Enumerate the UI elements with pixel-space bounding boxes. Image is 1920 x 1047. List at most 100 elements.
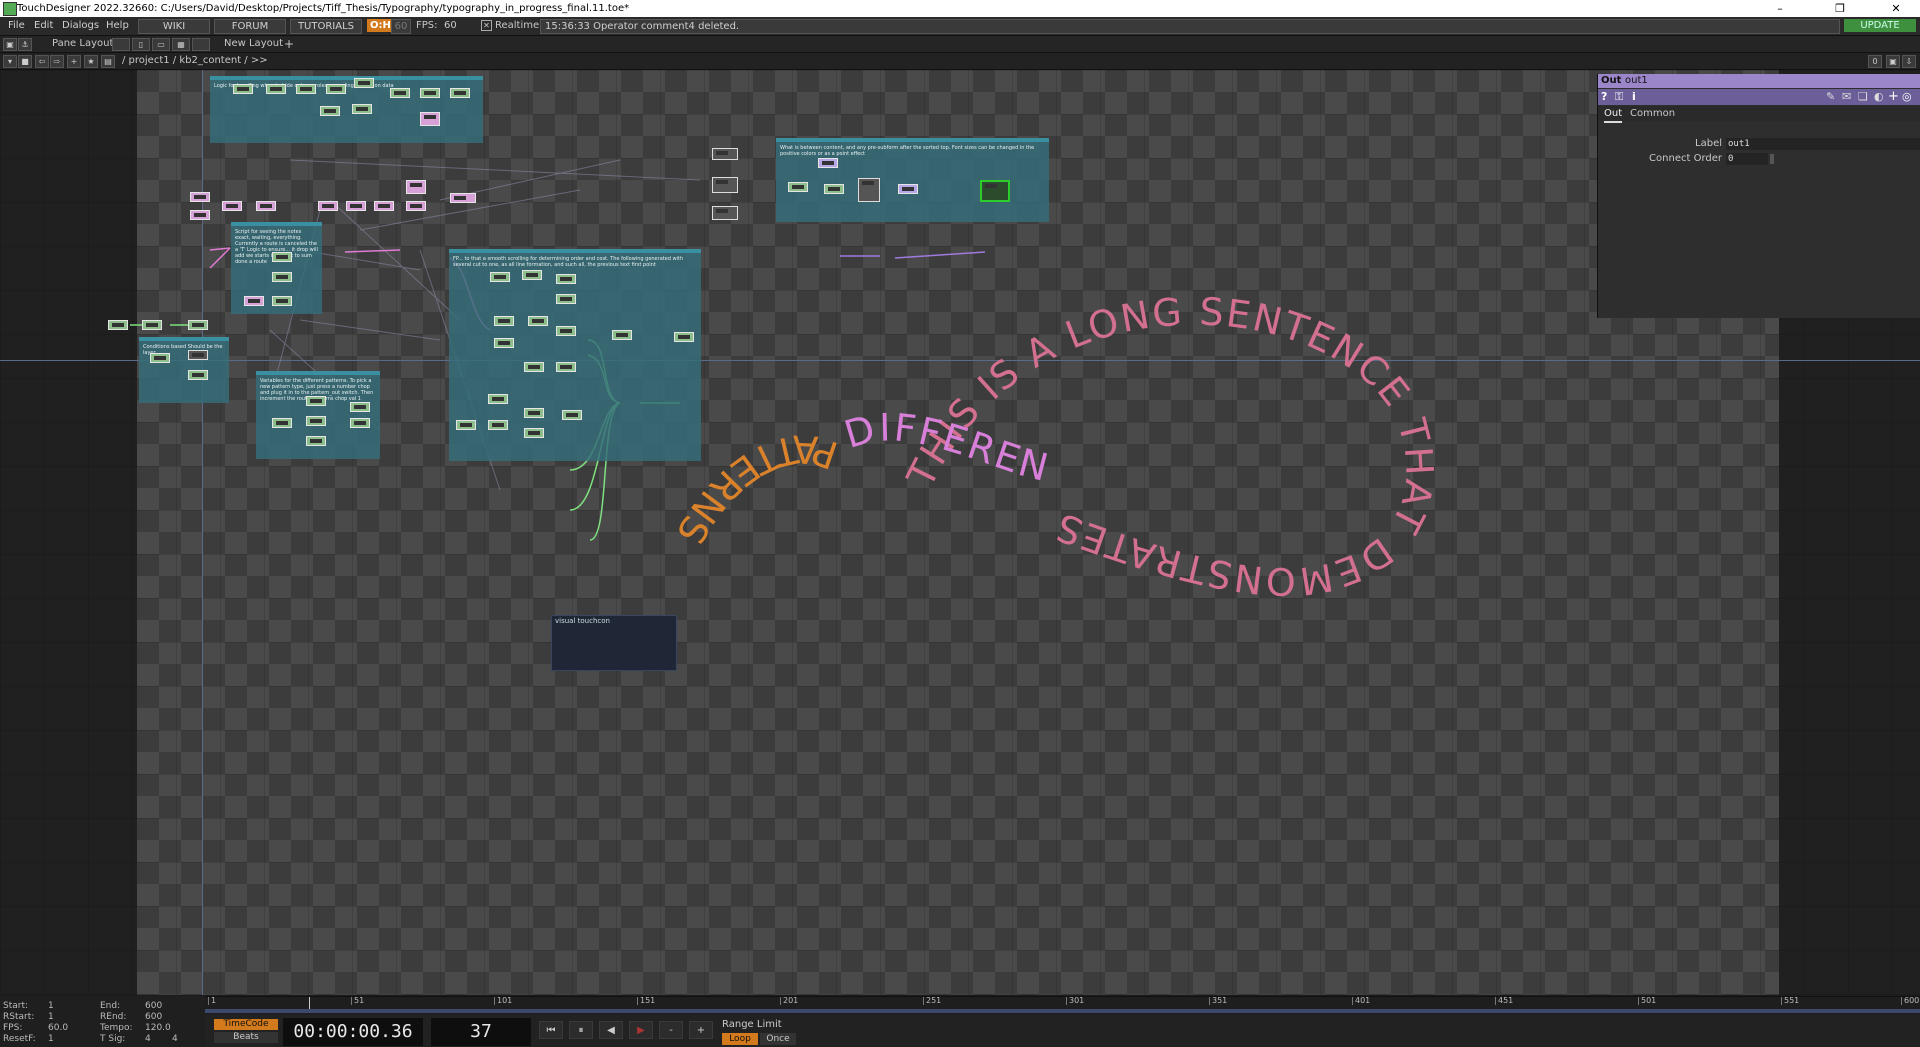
operator-node[interactable] [354, 78, 374, 88]
wiki-button[interactable]: WIKI [138, 19, 210, 34]
operator-node[interactable] [858, 178, 880, 202]
operator-node[interactable] [350, 418, 370, 428]
add-icon[interactable]: + [67, 55, 81, 68]
operator-node[interactable] [488, 394, 508, 404]
stop-icon[interactable]: ■ [18, 55, 32, 68]
update-button[interactable]: UPDATE [1844, 19, 1916, 32]
end-value[interactable]: 600 [145, 1001, 162, 1011]
playhead[interactable] [309, 997, 310, 1009]
operator-node[interactable] [272, 272, 292, 282]
menu-file[interactable]: File [8, 17, 25, 35]
operator-node[interactable] [306, 436, 326, 446]
tsig-denominator[interactable]: 4 [172, 1034, 178, 1044]
operator-node[interactable] [346, 201, 366, 211]
operator-node[interactable] [712, 206, 738, 220]
operator-node[interactable] [108, 320, 128, 330]
rstart-value[interactable]: 1 [48, 1012, 54, 1022]
operator-node[interactable] [406, 180, 426, 194]
operator-node[interactable] [456, 420, 476, 430]
op-name-field[interactable]: out1 [1625, 74, 1648, 88]
help-icon[interactable]: ? [1601, 90, 1607, 103]
expand-icon[interactable]: ⇩ [1902, 55, 1916, 68]
tsig-numerator[interactable]: 4 [145, 1034, 151, 1044]
operator-node[interactable] [188, 350, 208, 360]
layout-single-button[interactable] [112, 38, 130, 51]
play-button[interactable]: ▶ [629, 1021, 653, 1039]
annotation-conditions[interactable]: Conditions based Should be the layer [139, 337, 229, 403]
operator-node[interactable] [450, 88, 470, 98]
operator-node[interactable] [374, 201, 394, 211]
pause-button[interactable]: ⏸ [569, 1021, 593, 1039]
resetf-value[interactable]: 1 [48, 1034, 54, 1044]
operator-node[interactable] [272, 296, 292, 306]
timecode-display[interactable]: 00:00:00.36 [283, 1018, 423, 1046]
param-connect-order-slider[interactable] [1770, 154, 1774, 164]
layout-split-v-button[interactable]: ▯ [132, 38, 150, 51]
python-help-icon[interactable]: ⚿ [1615, 90, 1623, 104]
add-layout-icon[interactable]: + [284, 36, 294, 52]
network-path[interactable]: / project1 / kb2_content / >> [122, 53, 268, 69]
operator-node[interactable] [306, 416, 326, 426]
operator-node[interactable] [190, 210, 210, 220]
operator-node[interactable] [142, 320, 162, 330]
timeline-range-bar[interactable] [205, 1009, 1920, 1013]
target-icon[interactable]: ◎ [1902, 90, 1912, 103]
visual-touchcon-node[interactable]: visual touchcon [551, 615, 677, 671]
out1-operator-node[interactable] [980, 180, 1010, 202]
operator-node[interactable] [266, 84, 286, 94]
operator-node[interactable] [556, 326, 576, 336]
decrement-button[interactable]: - [659, 1021, 683, 1039]
operator-node[interactable] [556, 274, 576, 284]
new-layout-label[interactable]: New Layout [224, 36, 283, 52]
operator-node[interactable] [222, 201, 242, 211]
operator-node[interactable] [522, 270, 542, 280]
frame-display[interactable]: 37 [431, 1018, 531, 1046]
collapse-icon[interactable]: ▾ [3, 55, 17, 68]
operator-node[interactable] [524, 428, 544, 438]
operator-node[interactable] [818, 158, 838, 168]
operator-node[interactable] [824, 184, 844, 194]
tab-out[interactable]: Out [1604, 106, 1623, 123]
operator-node[interactable] [712, 148, 738, 160]
tab-common[interactable]: Common [1630, 106, 1675, 121]
param-connect-order-field[interactable]: 0 [1726, 153, 1768, 165]
copy-icon[interactable]: ❏ [1858, 90, 1868, 103]
once-toggle[interactable]: Once [760, 1033, 796, 1045]
operator-node[interactable] [524, 362, 544, 372]
timeline-ruler[interactable]: 1 51 101 151 201 251 301 351 401 451 501… [205, 996, 1920, 1015]
operator-node[interactable] [318, 201, 338, 211]
menu-dialogs[interactable]: Dialogs [62, 17, 99, 35]
operator-node[interactable] [244, 296, 264, 306]
forum-button[interactable]: FORUM [214, 19, 286, 34]
realtime-checkbox[interactable]: ✕ [481, 20, 492, 31]
operator-node[interactable] [712, 177, 738, 193]
operator-node[interactable] [450, 193, 476, 203]
menu-edit[interactable]: Edit [34, 17, 53, 35]
operator-node[interactable] [352, 104, 372, 114]
operator-node[interactable] [562, 410, 582, 420]
operator-node[interactable] [390, 88, 410, 98]
info-icon[interactable]: i [1632, 90, 1636, 103]
oh-indicator[interactable]: O:H [367, 19, 394, 32]
fps-value-timeline[interactable]: 60.0 [48, 1023, 68, 1033]
start-value[interactable]: 1 [48, 1001, 54, 1011]
operator-node[interactable] [320, 106, 340, 116]
rend-value[interactable]: 600 [145, 1012, 162, 1022]
operator-node[interactable] [788, 182, 808, 192]
operator-node[interactable] [350, 402, 370, 412]
increment-button[interactable]: + [689, 1021, 713, 1039]
plus-icon[interactable]: + [1888, 89, 1899, 104]
pane-icon[interactable]: ▣ [3, 38, 17, 51]
operator-node[interactable] [188, 320, 208, 330]
bookmark-icon[interactable]: ★ [84, 55, 98, 68]
operator-node[interactable] [420, 112, 440, 126]
layout-quad-button[interactable]: ▦ [172, 38, 190, 51]
tutorials-button[interactable]: TUTORIALS [290, 19, 362, 34]
step-back-button[interactable]: ◀ [599, 1021, 623, 1039]
operator-node[interactable] [524, 408, 544, 418]
operator-node[interactable] [406, 201, 426, 211]
operator-node[interactable] [188, 370, 208, 380]
operator-node[interactable] [494, 338, 514, 348]
operator-node[interactable] [898, 184, 918, 194]
minimize-button[interactable]: – [1760, 0, 1800, 17]
